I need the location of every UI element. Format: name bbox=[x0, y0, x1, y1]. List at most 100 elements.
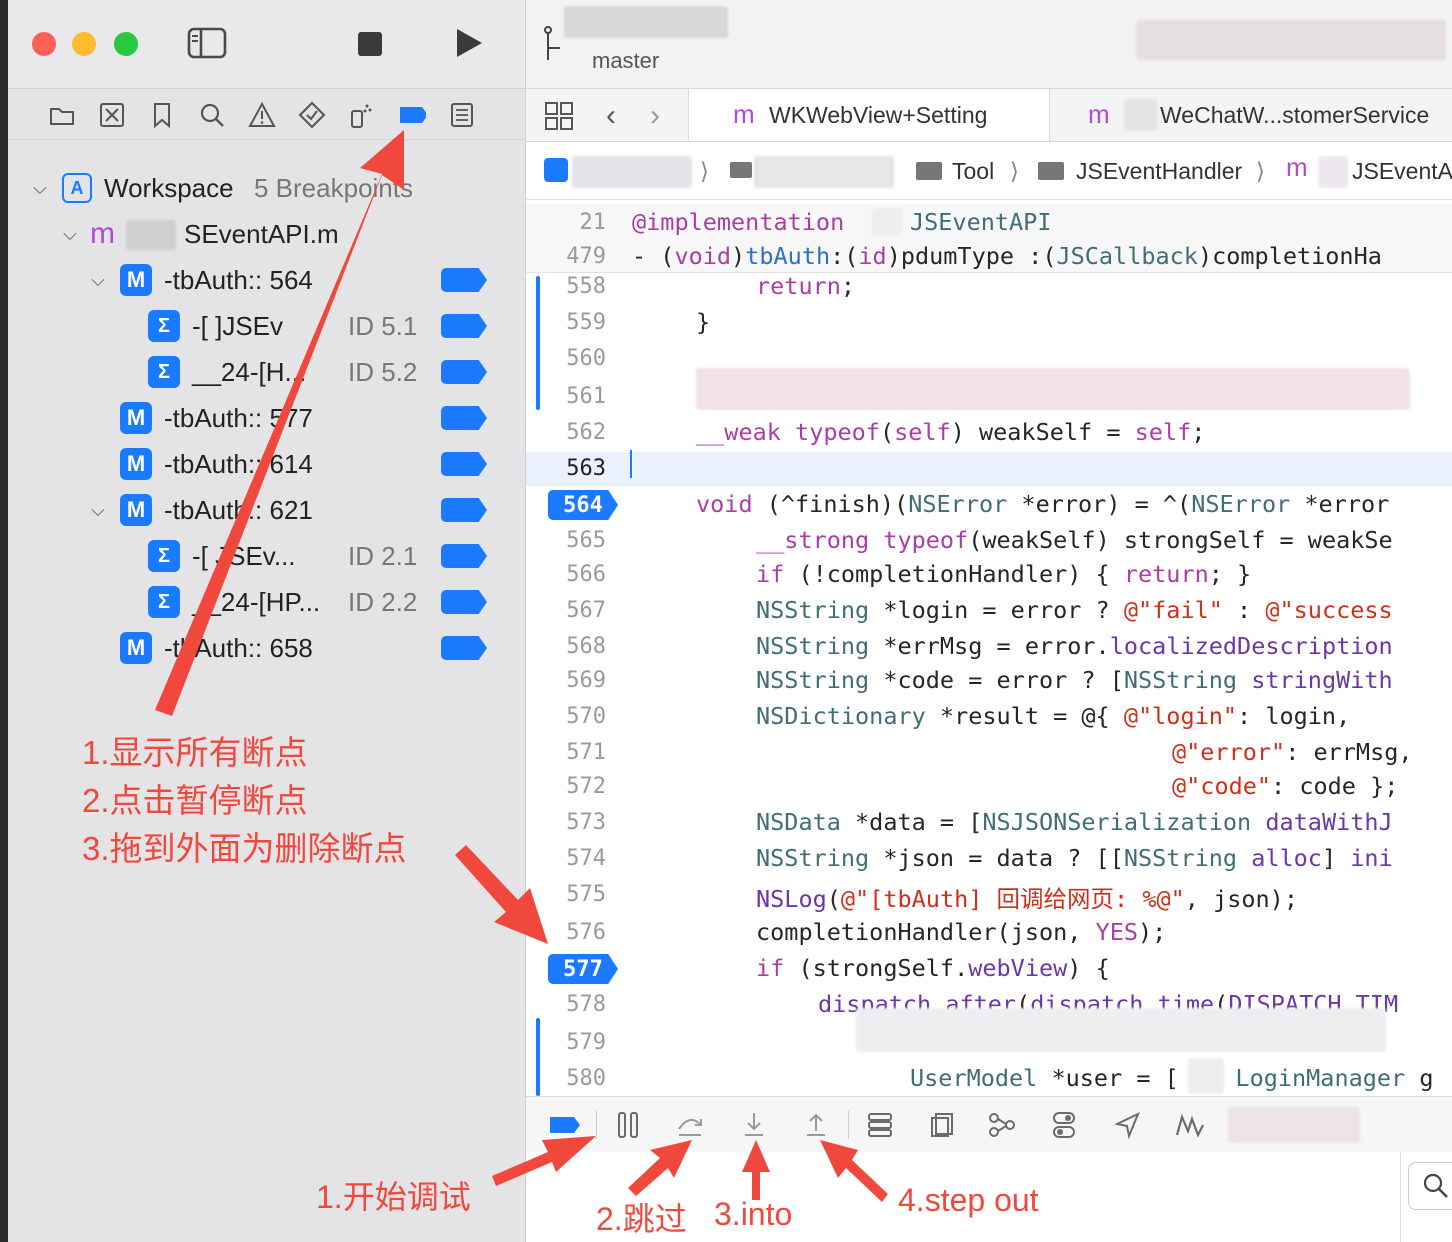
breakpoint-count: 5 Breakpoints bbox=[254, 172, 413, 203]
code-line[interactable]: 576 completionHandler(json, YES); bbox=[526, 916, 1452, 950]
branch-name[interactable]: master bbox=[592, 48, 659, 74]
code-line[interactable]: 564 void (^finish)(NSError *error) = ^(NS… bbox=[526, 488, 1452, 522]
source-control-icon[interactable] bbox=[98, 101, 126, 129]
code-line[interactable]: 566 if (!completionHandler) { return; } bbox=[526, 558, 1452, 592]
breakpoint-label: -[ ]JSEv bbox=[192, 310, 284, 341]
tab-wkwebview-setting[interactable]: m WKWebView+Setting bbox=[688, 89, 1050, 141]
jumpbar-separator: ⟩ bbox=[1256, 158, 1265, 184]
forward-icon[interactable]: › bbox=[650, 99, 660, 133]
breakpoint-toggle[interactable] bbox=[441, 590, 487, 614]
code-text: NSData *data = [NSJSONSerialization data… bbox=[756, 808, 1393, 836]
sticky-method-header: 479 - (void)tbAuth:(id)pdumType :(JSCall… bbox=[526, 238, 1452, 273]
workspace-row[interactable]: ⌵ A Workspace 5 Breakpoints bbox=[8, 168, 525, 208]
back-icon[interactable]: ‹ bbox=[606, 99, 616, 133]
method-icon: M bbox=[120, 264, 152, 296]
chevron-down-icon[interactable]: ⌵ bbox=[30, 178, 50, 199]
code-line[interactable]: 563 bbox=[526, 452, 1452, 486]
run-icon[interactable] bbox=[452, 26, 486, 60]
zoom-window-button[interactable] bbox=[114, 32, 138, 56]
code-line[interactable]: 559} bbox=[526, 306, 1452, 340]
breakpoint-row[interactable]: Σ __24-[HP... ID 2.2 bbox=[8, 582, 525, 622]
code-line[interactable]: 558 return; bbox=[526, 270, 1452, 304]
bookmark-icon[interactable] bbox=[148, 101, 176, 129]
simulate-location-icon[interactable] bbox=[1112, 1109, 1144, 1141]
report-icon[interactable] bbox=[448, 101, 476, 129]
breakpoint-row[interactable]: Σ __24-[H... ID 5.2 bbox=[8, 352, 525, 392]
code-line[interactable]: 573 NSData *data = [NSJSONSerialization d… bbox=[526, 806, 1452, 840]
instruments-icon[interactable] bbox=[1174, 1109, 1206, 1141]
breakpoint-row[interactable]: Σ -[ ]JSEv ID 5.1 bbox=[8, 306, 525, 346]
breakpoint-marker[interactable]: 564 bbox=[548, 490, 618, 520]
code-line[interactable]: 572 @"code": code }; bbox=[526, 770, 1452, 804]
breakpoint-row[interactable]: Σ -[ JSEv... ID 2.1 bbox=[8, 536, 525, 576]
breakpoint-row[interactable]: M -tbAuth:: 658 bbox=[8, 628, 525, 668]
code-text: completionHandler(json, YES); bbox=[756, 918, 1167, 946]
code-line[interactable]: 570 NSDictionary *result = @{ @"login": l… bbox=[526, 700, 1452, 734]
breakpoint-toggle[interactable] bbox=[441, 452, 487, 476]
breakpoints-toggle-icon[interactable] bbox=[548, 1109, 580, 1141]
minimize-window-button[interactable] bbox=[72, 32, 96, 56]
code-line[interactable]: 577 if (strongSelf.webView) { bbox=[526, 952, 1452, 986]
filter-search-field[interactable] bbox=[1408, 1162, 1452, 1210]
line-number: 567 bbox=[566, 598, 606, 623]
code-text: NSString *login = error ? @"fail" : @"su… bbox=[756, 596, 1393, 624]
code-line[interactable]: 562 __weak typeof(self) weakSelf = self; bbox=[526, 416, 1452, 450]
source-editor[interactable]: 21 @implementation JSEventAPI 479 - (voi… bbox=[526, 200, 1452, 1096]
folder-icon bbox=[916, 162, 942, 180]
file-row[interactable]: ⌵ m SEventAPI.m bbox=[8, 214, 525, 254]
chevron-down-icon[interactable]: ⌵ bbox=[88, 500, 108, 521]
jumpbar-item-tool[interactable]: Tool bbox=[952, 158, 994, 185]
debug-view-icon[interactable] bbox=[926, 1109, 958, 1141]
pause-icon[interactable] bbox=[612, 1109, 644, 1141]
test-diamond-icon[interactable] bbox=[298, 101, 326, 129]
grid-view-icon[interactable] bbox=[544, 101, 574, 136]
environment-overrides-icon[interactable] bbox=[1048, 1109, 1080, 1141]
step-out-icon[interactable] bbox=[800, 1109, 832, 1141]
app-icon[interactable] bbox=[544, 158, 568, 182]
code-text: return; bbox=[756, 272, 856, 300]
code-line[interactable]: 569 NSString *code = error ? [NSString st… bbox=[526, 664, 1452, 698]
breakpoint-toggle[interactable] bbox=[441, 360, 487, 384]
code-line[interactable]: 571 @"error": errMsg, bbox=[526, 736, 1452, 770]
view-hierarchy-icon[interactable] bbox=[864, 1109, 896, 1141]
sidebar-toggle-icon[interactable] bbox=[186, 26, 228, 60]
breakpoint-navigator-icon[interactable] bbox=[398, 101, 426, 129]
sticky-implementation-header: 21 @implementation JSEventAPI bbox=[526, 204, 1452, 238]
breakpoint-marker[interactable]: 577 bbox=[548, 954, 618, 984]
code-line[interactable]: 574 NSString *json = data ? [[NSString al… bbox=[526, 842, 1452, 876]
annotation-start-debug: 1.开始调试 bbox=[316, 1179, 471, 1215]
folder-icon[interactable] bbox=[48, 101, 76, 129]
code-line[interactable]: 567 NSString *login = error ? @"fail" : @… bbox=[526, 594, 1452, 628]
close-window-button[interactable] bbox=[32, 32, 56, 56]
tab-wechat-customer-service[interactable]: m WeChatW...stomerService bbox=[1048, 89, 1452, 141]
breakpoint-toggle[interactable] bbox=[441, 636, 487, 660]
breakpoint-toggle[interactable] bbox=[441, 314, 487, 338]
breakpoint-row[interactable]: ⌵ M -tbAuth:: 564 bbox=[8, 260, 525, 300]
memory-graph-icon[interactable] bbox=[986, 1109, 1018, 1141]
debug-spray-icon[interactable] bbox=[346, 101, 374, 129]
breakpoint-row[interactable]: M -tbAuth:: 614 bbox=[8, 444, 525, 484]
breakpoint-toggle[interactable] bbox=[441, 498, 487, 522]
code-line[interactable]: 575 NSLog(@"[tbAuth] 回调给网页: %@", json); bbox=[526, 878, 1452, 913]
method-icon: M bbox=[120, 494, 152, 526]
code-line[interactable]: 565 __strong typeof(weakSelf) strongSelf … bbox=[526, 524, 1452, 558]
chevron-down-icon[interactable]: ⌵ bbox=[60, 224, 80, 245]
step-into-icon[interactable] bbox=[738, 1109, 770, 1141]
code-line[interactable]: 580 UserModel *user = [ LoginManager g bbox=[526, 1062, 1452, 1096]
code-line[interactable]: 568 NSString *errMsg = error.localizedDes… bbox=[526, 630, 1452, 664]
chevron-down-icon[interactable]: ⌵ bbox=[88, 270, 108, 291]
jumpbar-item-file[interactable]: JSEventA bbox=[1352, 158, 1452, 185]
step-over-icon[interactable] bbox=[674, 1109, 706, 1141]
debug-bar bbox=[526, 1096, 1452, 1152]
breakpoint-toggle[interactable] bbox=[441, 406, 487, 430]
breakpoint-row[interactable]: M -tbAuth:: 577 bbox=[8, 398, 525, 438]
breakpoint-toggle[interactable] bbox=[441, 268, 487, 292]
breakpoint-label: -tbAuth:: 577 bbox=[164, 402, 313, 433]
jumpbar-item-jseventhandler[interactable]: JSEventHandler bbox=[1076, 158, 1242, 185]
search-icon[interactable] bbox=[198, 101, 226, 129]
warning-icon[interactable] bbox=[248, 101, 276, 129]
breakpoint-toggle[interactable] bbox=[441, 544, 487, 568]
stop-icon[interactable] bbox=[356, 30, 384, 58]
navigator-selector-bar bbox=[8, 88, 525, 140]
breakpoint-row[interactable]: ⌵ M -tbAuth:: 621 bbox=[8, 490, 525, 530]
